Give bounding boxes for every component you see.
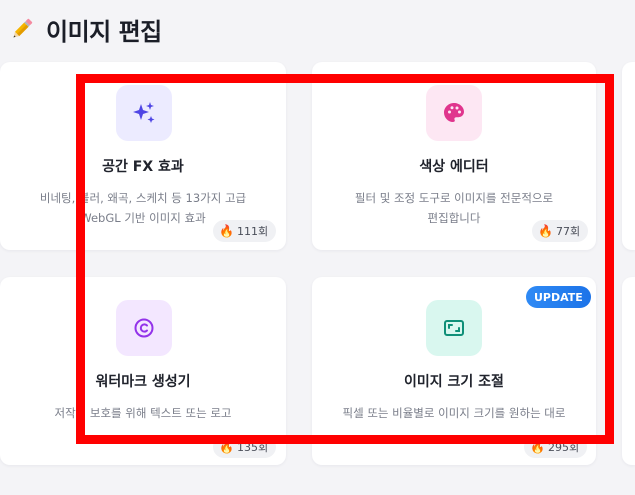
card-title: 공간 FX 효과 — [102, 159, 184, 175]
tool-card-partial[interactable] — [622, 277, 635, 465]
usage-count-value: 111회 — [236, 225, 269, 238]
copyright-icon — [116, 300, 172, 356]
tool-card-color-editor[interactable]: 색상 에디터 필터 및 조정 도구로 이미지를 전문적으로 편집합니다 🔥 77… — [312, 62, 596, 250]
sparkles-icon — [116, 85, 172, 141]
fire-icon: 🔥 — [219, 224, 234, 238]
card-description: 저작권 보호를 위해 텍스트 또는 로고 — [54, 406, 232, 420]
fire-icon: 🔥 — [219, 440, 234, 454]
fire-icon: 🔥 — [538, 224, 553, 238]
fire-icon: 🔥 — [530, 440, 545, 454]
card-title: 색상 에디터 — [419, 159, 489, 175]
card-title: 이미지 크기 조절 — [404, 374, 504, 390]
page-title: 이미지 편집 — [46, 17, 162, 46]
usage-count: 🔥 77회 — [532, 220, 589, 242]
section-header: 이미지 편집 — [8, 12, 162, 46]
resize-icon — [426, 300, 482, 356]
usage-count: 🔥 135회 — [213, 436, 277, 458]
card-title: 워터마크 생성기 — [95, 374, 191, 390]
card-description: 픽셀 또는 비율별로 이미지 크기를 원하는 대로 — [342, 406, 566, 420]
usage-count-value: 295회 — [547, 441, 580, 454]
usage-count: 🔥 295회 — [524, 436, 588, 458]
pencil-icon — [8, 15, 36, 43]
tool-card-spatial-fx[interactable]: 공간 FX 효과 비네팅, 블러, 왜곡, 스케치 등 13가지 고급 WebG… — [0, 62, 286, 250]
tool-card-partial[interactable] — [622, 62, 635, 250]
palette-icon — [426, 85, 482, 141]
usage-count-value: 135회 — [236, 441, 269, 454]
usage-count-value: 77회 — [555, 225, 581, 238]
update-badge: UPDATE — [526, 286, 591, 308]
usage-count: 🔥 111회 — [213, 220, 277, 242]
tool-card-watermark[interactable]: 워터마크 생성기 저작권 보호를 위해 텍스트 또는 로고 🔥 135회 — [0, 277, 286, 465]
